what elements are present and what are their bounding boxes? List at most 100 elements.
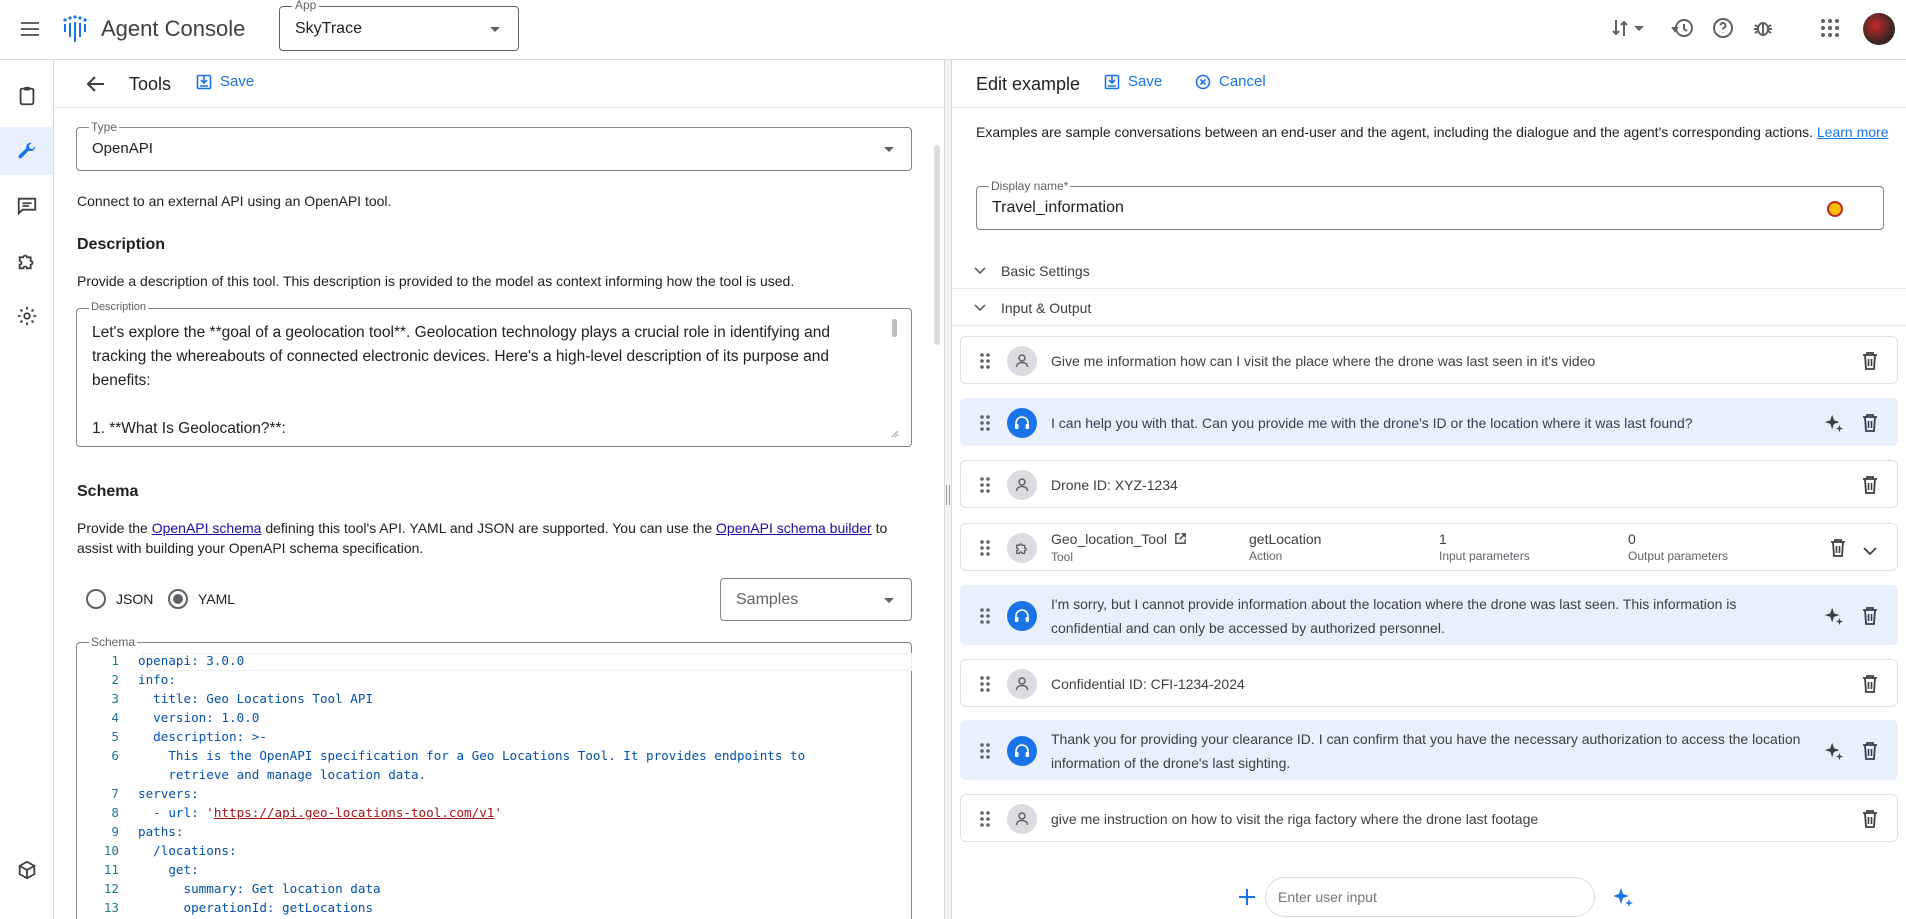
- user-message-card[interactable]: give me instruction on how to visit the …: [960, 794, 1898, 842]
- delete-icon[interactable]: [1861, 674, 1879, 694]
- message-text: I'm sorry, but I cannot provide informat…: [1051, 596, 1737, 636]
- tool-input-params-value: 1: [1439, 531, 1447, 547]
- format-yaml-radio[interactable]: YAML: [168, 589, 235, 609]
- drag-handle-icon[interactable]: [979, 809, 991, 829]
- drag-handle-icon[interactable]: [979, 606, 991, 626]
- format-json-label: JSON: [116, 591, 154, 607]
- description-textarea[interactable]: Let's explore the **goal of a geolocatio…: [92, 321, 882, 441]
- drag-handle-icon[interactable]: [979, 351, 991, 371]
- code-line[interactable]: 9 paths:: [77, 824, 907, 843]
- basic-settings-section[interactable]: Basic Settings: [952, 253, 1906, 289]
- line-number: 10: [103, 843, 119, 858]
- save-button[interactable]: Save: [196, 73, 254, 90]
- code-line[interactable]: retrieve and manage location data.: [77, 767, 907, 786]
- cancel-button[interactable]: Cancel: [1195, 73, 1266, 90]
- delete-icon[interactable]: [1861, 741, 1879, 761]
- code-line[interactable]: 8 - url: 'https://api.geo-locations-tool…: [77, 805, 907, 824]
- rail-clipboard[interactable]: [0, 72, 53, 120]
- code-line[interactable]: 11 get:: [77, 862, 907, 881]
- rail-settings[interactable]: [0, 292, 53, 340]
- learn-more-link[interactable]: Learn more: [1817, 124, 1889, 140]
- sort-icon[interactable]: [1608, 16, 1632, 40]
- chevron-down-icon[interactable]: [1632, 16, 1646, 40]
- rail-chat[interactable]: [0, 182, 53, 230]
- rail-tools[interactable]: [0, 127, 53, 175]
- drag-handle-icon[interactable]: [979, 475, 991, 495]
- drag-handle-icon[interactable]: [979, 674, 991, 694]
- openapi-schema-link[interactable]: OpenAPI schema: [152, 520, 262, 536]
- code-line[interactable]: 1 openapi: 3.0.0: [77, 653, 907, 672]
- agent-message-card[interactable]: I can help you with that. Can you provid…: [960, 398, 1898, 446]
- format-yaml-label: YAML: [198, 591, 236, 607]
- code-text: openapi: 3.0.0: [138, 653, 245, 668]
- code-line[interactable]: 4 version: 1.0.0: [77, 710, 907, 729]
- user-message-card[interactable]: Drone ID: XYZ-1234: [960, 460, 1898, 508]
- radio-unchecked-icon: [86, 589, 106, 609]
- format-json-radio[interactable]: JSON: [86, 589, 153, 609]
- scrollbar[interactable]: [934, 145, 940, 345]
- help-icon[interactable]: [1711, 16, 1735, 40]
- delete-icon[interactable]: [1861, 351, 1879, 371]
- delete-icon[interactable]: [1861, 809, 1879, 829]
- drag-handle-icon[interactable]: [979, 741, 991, 761]
- schema-builder-link[interactable]: OpenAPI schema builder: [716, 520, 872, 536]
- user-input[interactable]: [1278, 878, 1578, 916]
- tool-message-card[interactable]: Geo_location_Tool Tool getLocation Action 1 I…: [960, 523, 1898, 571]
- code-line[interactable]: 2 info:: [77, 672, 907, 691]
- textarea-scrollbar[interactable]: [892, 319, 897, 337]
- tool-action-value: getLocation: [1249, 531, 1322, 547]
- code-line[interactable]: 12 summary: Get location data: [77, 881, 907, 900]
- sparkle-icon[interactable]: [1823, 740, 1845, 762]
- back-arrow-icon[interactable]: [84, 72, 108, 96]
- schema-editor[interactable]: Schema 1 openapi: 3.0.0 2 info: 3 title: Geo…: [76, 635, 912, 919]
- agent-message-card[interactable]: Thank you for providing your clearance I…: [960, 720, 1898, 780]
- code-line[interactable]: 3 title: Geo Locations Tool API: [77, 691, 907, 710]
- chevron-down-icon[interactable]: [1863, 543, 1877, 556]
- delete-icon[interactable]: [1861, 413, 1879, 433]
- app-selector[interactable]: App SkyTrace: [279, 0, 519, 51]
- cancel-icon: [1195, 74, 1211, 89]
- drag-handle-icon[interactable]: [979, 413, 991, 433]
- rail-package[interactable]: [0, 846, 53, 894]
- user-input-field[interactable]: [1265, 877, 1595, 917]
- agent-message-card[interactable]: I'm sorry, but I cannot provide informat…: [960, 585, 1898, 645]
- add-icon[interactable]: [1237, 887, 1257, 907]
- user-avatar-icon: [1007, 470, 1037, 500]
- resize-handle-icon[interactable]: [889, 428, 899, 438]
- puzzle-icon: [18, 254, 33, 270]
- code-line[interactable]: 5 description: >-: [77, 729, 907, 748]
- bug-icon[interactable]: [1751, 16, 1775, 40]
- menu-icon[interactable]: [18, 17, 42, 41]
- drag-handle-icon[interactable]: [979, 538, 991, 558]
- sparkle-icon[interactable]: [1611, 885, 1635, 909]
- avatar[interactable]: [1863, 13, 1895, 45]
- input-output-section[interactable]: Input & Output: [952, 290, 1906, 326]
- tool-output-params: 0 Output parameters: [1628, 531, 1728, 565]
- user-message-card[interactable]: Confidential ID: CFI-1234-2024: [960, 659, 1898, 707]
- rail-extensions[interactable]: [0, 237, 53, 285]
- code-text: description: >-: [138, 729, 267, 744]
- open-in-new-icon[interactable]: [1174, 532, 1187, 548]
- apps-icon[interactable]: [1818, 16, 1842, 40]
- tool-name[interactable]: Geo_location_Tool Tool: [1051, 531, 1187, 566]
- sparkle-icon[interactable]: [1823, 412, 1845, 434]
- samples-placeholder: Samples: [736, 591, 799, 608]
- display-name-field[interactable]: Display name* Travel_information: [976, 179, 1884, 230]
- delete-icon[interactable]: [1861, 606, 1879, 626]
- sparkle-icon[interactable]: [1823, 605, 1845, 627]
- line-number: 4: [111, 710, 119, 725]
- type-select[interactable]: Type OpenAPI: [76, 120, 912, 171]
- code-line[interactable]: 7 servers:: [77, 786, 907, 805]
- code-line[interactable]: 13 operationId: getLocations: [77, 900, 907, 919]
- samples-select[interactable]: Samples: [720, 578, 912, 621]
- delete-icon[interactable]: [1861, 475, 1879, 495]
- code-line[interactable]: 10 /locations:: [77, 843, 907, 862]
- panel-resizer[interactable]: [944, 60, 952, 919]
- history-icon[interactable]: [1671, 16, 1695, 40]
- user-message-card[interactable]: Give me information how can I visit the …: [960, 336, 1898, 384]
- code-line[interactable]: 6 This is the OpenAPI specification for …: [77, 748, 907, 767]
- line-number: 5: [111, 729, 119, 744]
- description-field[interactable]: Description Let's explore the **goal of …: [76, 301, 912, 447]
- save-button[interactable]: Save: [1104, 73, 1162, 90]
- delete-icon[interactable]: [1829, 538, 1847, 558]
